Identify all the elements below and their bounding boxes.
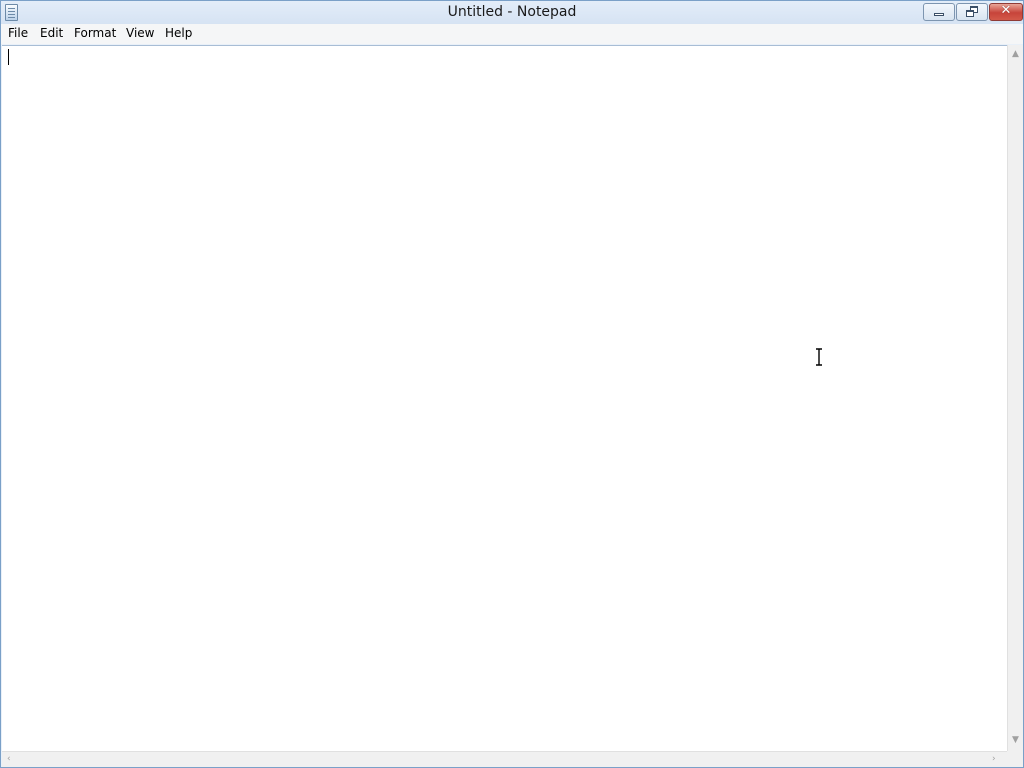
title-bar[interactable]: Untitled - Notepad ✕	[1, 1, 1023, 24]
close-button[interactable]: ✕	[989, 3, 1023, 21]
text-editor-area[interactable]	[2, 45, 1007, 752]
horizontal-scrollbar[interactable]: ‹ ›	[2, 751, 1007, 767]
restore-icon	[966, 6, 979, 17]
menu-file[interactable]: File	[8, 26, 28, 40]
close-icon: ✕	[1000, 3, 1012, 18]
restore-button[interactable]	[956, 3, 988, 21]
menu-edit[interactable]: Edit	[40, 26, 63, 40]
text-caret	[8, 49, 9, 65]
menu-bar: File Edit Format View Help	[1, 24, 1023, 44]
menu-format[interactable]: Format	[74, 26, 116, 40]
vertical-scrollbar[interactable]: ▲ ▼	[1007, 45, 1023, 751]
minimize-button[interactable]	[923, 3, 955, 21]
ibeam-cursor-icon	[816, 348, 822, 366]
notepad-window: Untitled - Notepad ✕ File Edit Format Vi…	[0, 0, 1024, 768]
window-title: Untitled - Notepad	[447, 4, 577, 20]
scroll-right-icon[interactable]: ›	[992, 754, 996, 764]
scrollbar-corner	[1007, 751, 1023, 767]
scroll-up-icon[interactable]: ▲	[1012, 49, 1019, 59]
minimize-icon	[934, 13, 944, 16]
menu-help[interactable]: Help	[165, 26, 192, 40]
scroll-down-icon[interactable]: ▼	[1012, 735, 1019, 745]
scroll-left-icon[interactable]: ‹	[7, 754, 11, 764]
menu-view[interactable]: View	[126, 26, 154, 40]
